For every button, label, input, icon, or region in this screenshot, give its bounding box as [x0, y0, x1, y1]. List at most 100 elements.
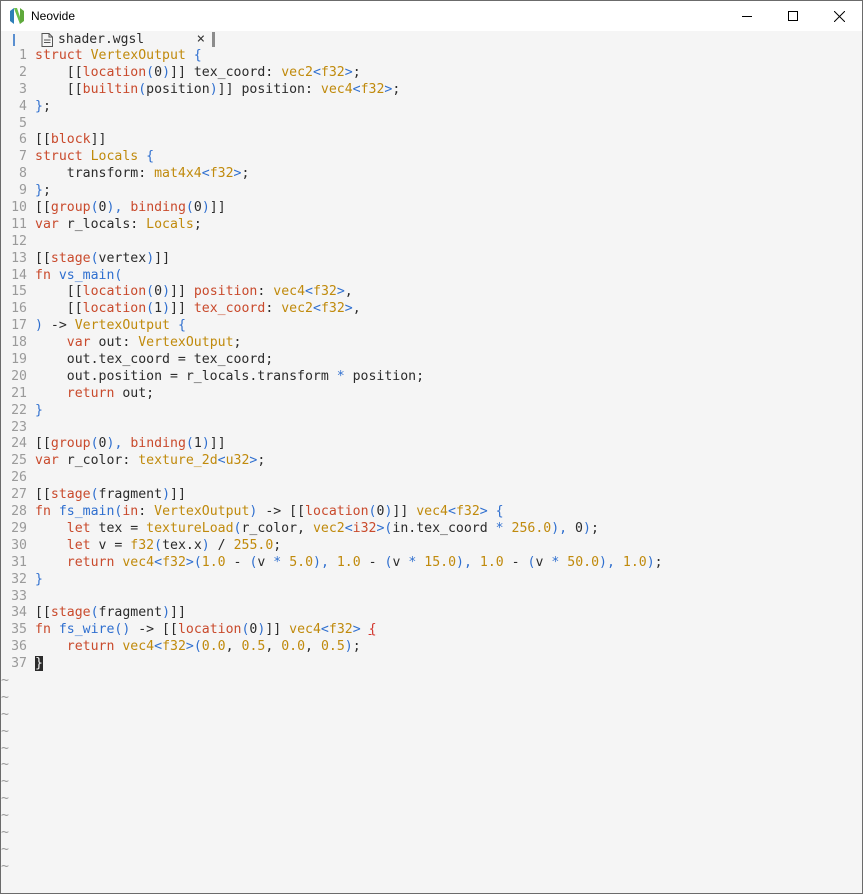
code-token: ]] position:: [217, 81, 321, 97]
code-token: ]]: [392, 504, 417, 520]
line-number: 3: [19, 81, 27, 97]
line-number: 15: [11, 284, 27, 300]
line-number: 36: [11, 639, 27, 655]
code-line[interactable]: 4};: [1, 99, 862, 116]
code-token: struct: [35, 149, 91, 165]
code-line[interactable]: 12: [1, 234, 862, 251]
code-line[interactable]: 2 [[location(0)]] tex_coord: vec2<f32>;: [1, 65, 862, 82]
code-line[interactable]: 33: [1, 589, 862, 606]
code-line[interactable]: 32}: [1, 572, 862, 589]
code-line[interactable]: 6 [[block]]: [1, 132, 862, 149]
code-token: in.tex_coord: [392, 520, 496, 536]
code-line[interactable]: 16 [[location(1)]] tex_coord: vec2<f32>,: [1, 301, 862, 318]
line-number: 7: [19, 149, 27, 165]
line-number: 12: [11, 233, 27, 249]
maximize-button[interactable]: [770, 1, 816, 31]
code-line[interactable]: 26: [1, 470, 862, 487]
code-token: ]]: [170, 487, 186, 503]
code-token: position;: [344, 368, 425, 384]
title-bar[interactable]: Neovide: [1, 1, 862, 31]
neovim-logo-icon: [10, 8, 24, 24]
code-token: [[: [35, 605, 51, 621]
code-token: f32: [360, 81, 385, 97]
code-line[interactable]: 36 return vec4<f32>(0.0, 0.5, 0.0, 0.5);: [1, 639, 862, 656]
code-token: 0: [98, 200, 107, 216]
close-button[interactable]: [816, 1, 862, 31]
code-token: [[: [35, 284, 83, 300]
code-token: f32: [130, 537, 155, 553]
code-token: f32: [313, 284, 337, 300]
code-token: ;: [352, 64, 361, 80]
code-token: v: [535, 554, 552, 570]
code-line[interactable]: 37}: [1, 656, 862, 673]
code-line[interactable]: 35 fn fs_wire() -> [[location(0)]] vec4<f…: [1, 622, 862, 639]
code-line[interactable]: 24 [[group(0), binding(1)]]: [1, 436, 862, 453]
code-token: var: [35, 216, 67, 232]
code-token: f32: [455, 504, 480, 520]
code-token: :: [257, 284, 274, 300]
code-line[interactable]: 14 fn vs_main(: [1, 268, 862, 285]
code-line[interactable]: 1 struct VertexOutput {: [1, 48, 862, 65]
line-number: 26: [11, 470, 27, 486]
code-text: struct VertexOutput {: [27, 48, 202, 65]
code-token: out.tex_coord = tex_coord;: [35, 352, 274, 368]
code-line[interactable]: 18 var out: VertexOutput;: [1, 335, 862, 352]
code-token: -: [503, 554, 528, 570]
code-line[interactable]: 13 [[stage(vertex)]]: [1, 251, 862, 268]
code-line[interactable]: 27 [[stage(fragment)]]: [1, 487, 862, 504]
code-line[interactable]: 29 let tex = textureLoad(r_color, vec2<i…: [1, 521, 862, 538]
maximize-icon: [788, 11, 798, 21]
code-token: ;: [257, 453, 266, 469]
code-token: ): [162, 487, 171, 503]
code-line[interactable]: 10 [[group(0), binding(0)]]: [1, 200, 862, 217]
code-line[interactable]: 22}: [1, 403, 862, 420]
line-number: 10: [11, 200, 27, 216]
code-token: ): [162, 301, 171, 317]
code-line[interactable]: 11 var r_locals: Locals;: [1, 217, 862, 234]
code-line[interactable]: 17) -> VertexOutput {: [1, 318, 862, 335]
code-line[interactable]: 34 [[stage(fragment)]]: [1, 605, 862, 622]
code-line[interactable]: 25 var r_color: texture_2d<u32>;: [1, 453, 862, 470]
code-line[interactable]: 23: [1, 420, 862, 437]
code-token: {: [368, 622, 377, 638]
code-token: ),: [599, 554, 615, 570]
code-token: 256.0: [511, 520, 552, 536]
code-text: [[stage(vertex)]]: [27, 251, 170, 268]
code-token: group: [50, 200, 91, 216]
code-token: (: [90, 250, 99, 266]
code-token: ,: [352, 301, 361, 317]
editor-buffer[interactable]: 1 struct VertexOutput {2 [[location(0)]] …: [1, 48, 862, 876]
code-text: }: [27, 656, 43, 673]
code-line[interactable]: 5: [1, 116, 862, 133]
code-line[interactable]: 9};: [1, 183, 862, 200]
tilde-marker: ~: [1, 791, 9, 807]
code-text: }: [27, 403, 43, 420]
code-text: return out;: [27, 386, 154, 403]
code-token: ): [646, 554, 655, 570]
code-token: ),: [106, 200, 131, 216]
code-token: ): [162, 64, 171, 80]
code-line[interactable]: 21 return out;: [1, 386, 862, 403]
line-number: 31: [11, 554, 27, 570]
code-line[interactable]: 19 out.tex_coord = tex_coord;: [1, 352, 862, 369]
code-line[interactable]: 3 [[builtin(position)]] position: vec4<f…: [1, 82, 862, 99]
code-line[interactable]: 15 [[location(0)]] position: vec4<f32>,: [1, 284, 862, 301]
code-line[interactable]: 8 transform: mat4x4<f32>;: [1, 166, 862, 183]
code-line[interactable]: 7 struct Locals {: [1, 149, 862, 166]
code-token: 0: [575, 520, 583, 536]
code-token: ;: [392, 81, 401, 97]
code-line[interactable]: 20 out.position = r_locals.transform * p…: [1, 369, 862, 386]
code-line[interactable]: 31 return vec4<f32>(1.0 - (v * 5.0), 1.0…: [1, 555, 862, 572]
tab-close-button[interactable]: ×: [197, 31, 205, 48]
minimize-button[interactable]: [724, 1, 770, 31]
code-token: (: [185, 200, 194, 216]
code-line[interactable]: 28 fn fs_main(in: VertexOutput) -> [[loca…: [1, 504, 862, 521]
code-token: r_color,: [241, 520, 313, 536]
code-token: ): [582, 520, 591, 536]
code-token: 255.0: [233, 537, 274, 553]
tab-shader-wgsl[interactable]: shader.wgsl ×: [41, 31, 213, 48]
code-line[interactable]: 30 let v = f32(tex.x) / 255.0;: [1, 538, 862, 555]
